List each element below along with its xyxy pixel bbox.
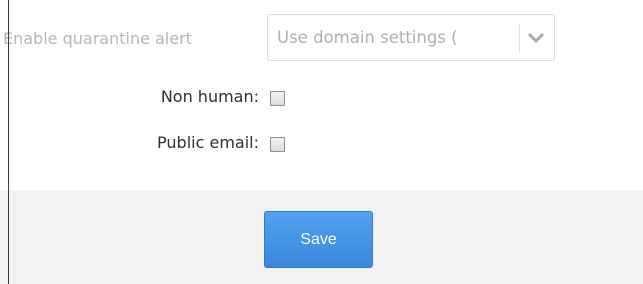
save-button[interactable]: Save: [264, 211, 373, 268]
chevron-down-icon[interactable]: [526, 31, 546, 45]
left-border-divider: [8, 0, 9, 284]
select-divider: [519, 23, 520, 53]
settings-form: Enable quarantine alert Use domain setti…: [0, 0, 643, 190]
quarantine-alert-label: Enable quarantine alert: [3, 29, 192, 48]
public-email-checkbox[interactable]: [270, 137, 285, 152]
non-human-checkbox[interactable]: [270, 91, 285, 106]
non-human-label: Non human:: [160, 87, 259, 106]
quarantine-alert-selected-value: Use domain settings (: [277, 28, 458, 47]
public-email-label: Public email:: [157, 133, 259, 152]
quarantine-alert-select[interactable]: Use domain settings (: [267, 14, 555, 61]
